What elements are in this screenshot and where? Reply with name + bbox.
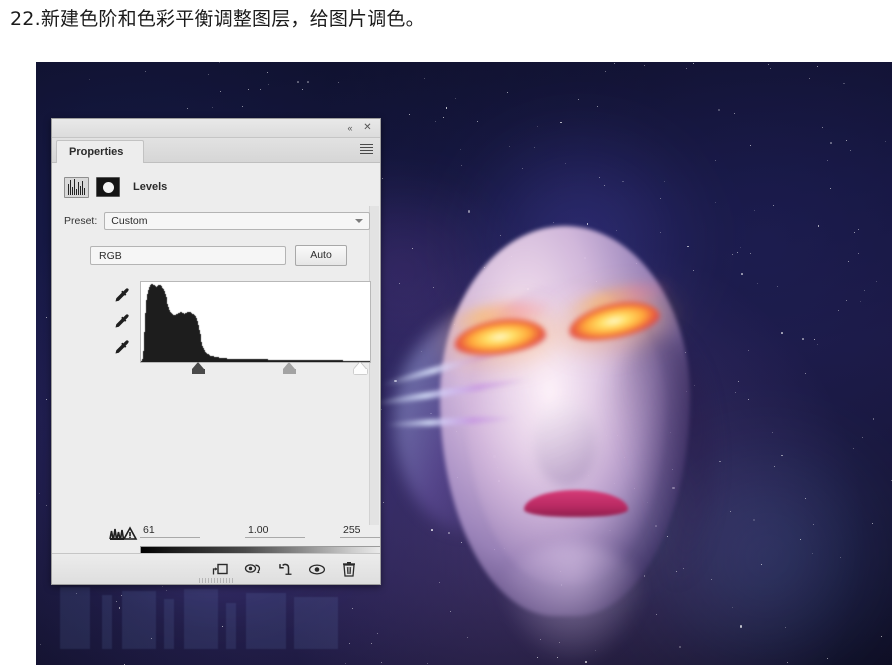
lips (524, 484, 628, 546)
input-levels-fields: 61 1.00 255 (140, 523, 380, 539)
tab-properties[interactable]: Properties (56, 140, 144, 163)
input-highlight-field[interactable]: 255 (340, 523, 380, 538)
input-midtone-handle[interactable] (282, 362, 296, 374)
screenshot-root: 22.新建色阶和色彩平衡调整图层，给图片调色。 « ✕ Properties L… (0, 0, 892, 665)
page-title: 22.新建色阶和色彩平衡调整图层，给图片调色。 (10, 8, 425, 30)
eyedropper-group (112, 285, 138, 363)
adjustment-header: Levels (64, 176, 167, 198)
preset-label: Preset: (64, 215, 98, 227)
input-shadow-field[interactable]: 61 (140, 523, 200, 538)
panel-scrollbar[interactable] (369, 206, 379, 525)
panel-footer (52, 553, 380, 584)
nose (534, 402, 596, 486)
view-previous-state-button[interactable] (243, 560, 262, 579)
panel-body: Levels Preset: Custom RGB Auto 61 1.00 2… (52, 163, 380, 556)
toggle-layer-visibility-button[interactable] (307, 560, 326, 579)
close-panel-icon[interactable]: ✕ (361, 122, 374, 134)
set-gray-point-eyedropper[interactable] (112, 311, 134, 333)
footer-button-group (211, 554, 358, 584)
input-levels-slider[interactable] (140, 362, 369, 378)
panel-menu-icon[interactable] (360, 144, 373, 155)
panel-resize-grip[interactable] (199, 578, 233, 583)
adjustment-title: Levels (133, 181, 168, 193)
layer-mask-icon[interactable] (96, 177, 120, 197)
portrait-figure (372, 192, 736, 664)
channel-row: RGB Auto (90, 245, 370, 266)
delete-adjustment-layer-button[interactable] (339, 560, 358, 579)
set-black-point-eyedropper[interactable] (112, 285, 134, 307)
input-highlight-handle[interactable] (353, 362, 367, 374)
levels-histogram-icon[interactable] (64, 176, 89, 198)
preset-dropdown[interactable]: Custom (104, 212, 370, 230)
set-white-point-eyedropper[interactable] (112, 337, 134, 359)
input-shadow-handle[interactable] (191, 362, 205, 374)
lower-lip (530, 510, 622, 542)
chin-highlight (498, 544, 648, 664)
auto-button[interactable]: Auto (295, 245, 347, 266)
collapse-panel-icon[interactable]: « (343, 122, 356, 134)
clip-to-layer-button[interactable] (211, 560, 230, 579)
clipping-warning-icon[interactable] (109, 525, 139, 541)
channel-dropdown[interactable]: RGB (90, 246, 286, 265)
levels-histogram[interactable] (140, 281, 371, 363)
panel-tabbar: Properties (52, 138, 380, 163)
preset-value: Custom (111, 215, 148, 227)
chevron-down-icon (355, 219, 363, 223)
preset-row: Preset: Custom (64, 212, 370, 230)
input-midtone-field[interactable]: 1.00 (245, 523, 305, 538)
properties-panel: « ✕ Properties Levels Preset: Custom RGB… (51, 118, 381, 585)
channel-value: RGB (99, 250, 122, 262)
face-shadow (602, 332, 712, 592)
reset-adjustment-button[interactable] (275, 560, 294, 579)
panel-titlebar: « ✕ (52, 119, 380, 138)
